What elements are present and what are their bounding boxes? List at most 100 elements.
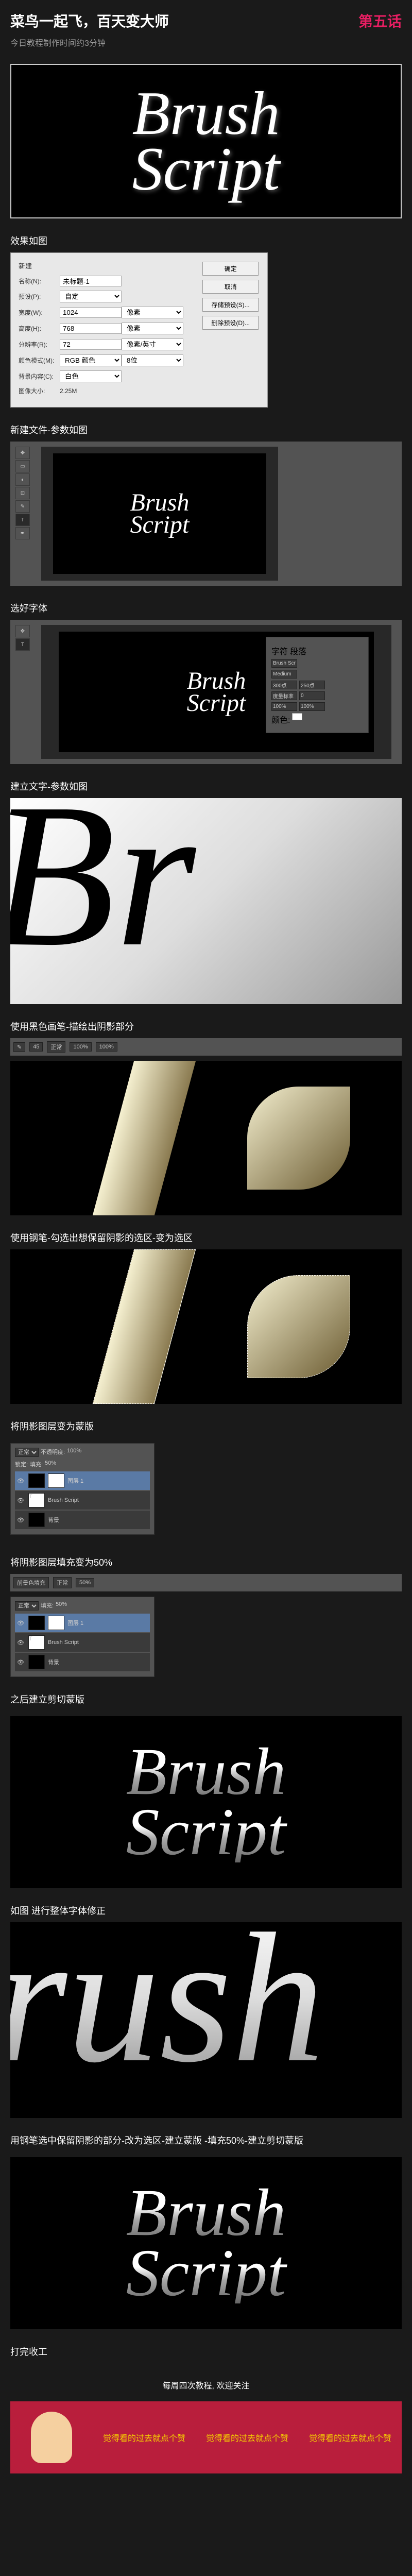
step-label-9: 之后建立剪切蒙版: [10, 1692, 402, 1706]
step-label-4: 建立文字-参数如图: [10, 779, 402, 793]
type-tool-icon[interactable]: T: [15, 638, 30, 651]
preset-select[interactable]: 自定: [60, 291, 122, 302]
cancel-button[interactable]: 取消: [202, 280, 259, 294]
layer-row-text[interactable]: 👁 T Brush Script: [15, 1491, 150, 1510]
layer-name-bg-2: 背景: [48, 1658, 59, 1666]
layer-thumb[interactable]: [28, 1513, 45, 1527]
layer-name-1: 图层 1: [67, 1477, 83, 1485]
layer-row-bg[interactable]: 👁 背景: [15, 1511, 150, 1529]
blend-mode-select-2[interactable]: 正常: [15, 1601, 39, 1611]
mode-select[interactable]: RGB 颜色: [60, 354, 122, 366]
layers-panel-fill: 正常 填充: 50% 👁 图层 1 👁 T Brush Script 👁 背景: [10, 1597, 154, 1677]
step-label-5: 使用黑色画笔-描绘出阴影部分: [10, 1020, 402, 1033]
mask-thumb[interactable]: [48, 1473, 64, 1488]
save-preset-button[interactable]: 存储预设(S)...: [202, 298, 259, 312]
height-input[interactable]: [60, 323, 122, 334]
bg-select[interactable]: 白色: [60, 370, 122, 382]
brush-opacity[interactable]: 100%: [70, 1042, 91, 1052]
canvas-text-3: Brush: [187, 670, 246, 692]
fill-opacity[interactable]: 50%: [76, 1578, 94, 1587]
vscale-input[interactable]: [271, 702, 297, 711]
fill-options-bar: 前景色填充 正常 50%: [10, 1574, 402, 1591]
layer-row-text-2[interactable]: 👁 T Brush Script: [15, 1633, 150, 1652]
brush-icon[interactable]: ✎: [13, 1042, 25, 1052]
visibility-icon[interactable]: 👁: [17, 1620, 25, 1626]
visibility-icon[interactable]: 👁: [17, 1639, 25, 1646]
move-tool-icon[interactable]: ✥: [15, 447, 30, 459]
fill-value-2[interactable]: 50%: [56, 1601, 67, 1611]
delete-preset-button[interactable]: 删除预设(D)...: [202, 316, 259, 330]
footer-msg-1: 觉得看的过去就点个赞: [93, 2431, 196, 2444]
layer-thumb[interactable]: T: [28, 1635, 45, 1650]
visibility-icon[interactable]: 👁: [17, 1659, 25, 1666]
footer-character: [10, 2401, 93, 2473]
canvas-text-2: Script: [130, 514, 190, 536]
res-input[interactable]: [60, 339, 122, 350]
tutorial-title: 菜鸟一起飞，百天变大师: [10, 10, 169, 31]
type-tool-icon[interactable]: T: [15, 514, 30, 526]
lock-label: 锁定:: [15, 1460, 28, 1468]
move-tool-icon[interactable]: ✥: [15, 625, 30, 637]
fill-mode[interactable]: 正常: [53, 1577, 72, 1588]
text-color-swatch[interactable]: [292, 713, 302, 720]
bit-select[interactable]: 8位: [122, 354, 183, 366]
blend-mode[interactable]: 正常: [47, 1041, 65, 1053]
name-input[interactable]: [60, 276, 122, 286]
visibility-icon[interactable]: 👁: [17, 1497, 25, 1504]
font-family-input[interactable]: [271, 659, 297, 668]
leading-input[interactable]: [299, 681, 325, 689]
visibility-icon[interactable]: 👁: [17, 1517, 25, 1523]
final-result-box: Brush Script: [10, 2157, 402, 2329]
closeup-letters: Br: [10, 798, 402, 1004]
canvas-area[interactable]: Brush Script: [41, 447, 278, 581]
fill-type[interactable]: 前景色填充: [13, 1577, 49, 1588]
pen-selection-demo: [10, 1249, 402, 1404]
hero-text-line1: Brush: [22, 86, 390, 141]
brush-flow[interactable]: 100%: [96, 1042, 117, 1052]
kerning-input[interactable]: [271, 691, 297, 700]
character-panel: 字符 段落 颜色:: [266, 637, 369, 733]
height-unit[interactable]: 像素: [122, 323, 183, 334]
brush-size-value[interactable]: 45: [29, 1042, 43, 1052]
layer-thumb[interactable]: [28, 1616, 45, 1630]
tracking-input[interactable]: [299, 691, 325, 700]
lasso-tool-icon[interactable]: ◐: [15, 473, 30, 486]
width-input[interactable]: [60, 307, 122, 318]
pen-tool-icon[interactable]: ✒: [15, 527, 30, 539]
layer-row-shadow[interactable]: 👁 图层 1: [15, 1471, 150, 1490]
mask-thumb[interactable]: [48, 1616, 64, 1630]
clipped-result-box: Brush Script: [10, 1716, 402, 1888]
episode-number: 第五话: [358, 10, 402, 31]
crop-tool-icon[interactable]: ⊡: [15, 487, 30, 499]
para-tab[interactable]: 段落: [290, 645, 306, 657]
step-label-3: 选好字体: [10, 601, 402, 615]
marquee-tool-icon[interactable]: ▭: [15, 460, 30, 472]
final-text-1: Brush: [21, 2183, 391, 2243]
blend-mode-select[interactable]: 正常: [15, 1448, 39, 1457]
visibility-icon[interactable]: 👁: [17, 1478, 25, 1484]
layer-row-clip[interactable]: 👁 图层 1: [15, 1614, 150, 1632]
shadow-paint-demo: [10, 1061, 402, 1215]
fill-value[interactable]: 50%: [45, 1460, 56, 1468]
layer-row-bg-2[interactable]: 👁 背景: [15, 1653, 150, 1671]
res-unit[interactable]: 像素/英寸: [122, 338, 183, 350]
layer-thumb[interactable]: [28, 1473, 45, 1488]
canvas-area-2[interactable]: Brush Script 字符 段落 颜色:: [41, 625, 391, 759]
char-tab[interactable]: 字符: [271, 645, 288, 657]
font-style-input[interactable]: [271, 670, 297, 679]
step-label-8: 将阴影图层填充变为50%: [10, 1555, 402, 1569]
step-label-12: 打完收工: [10, 2345, 402, 2358]
opacity-value[interactable]: 100%: [67, 1448, 81, 1457]
hscale-input[interactable]: [299, 702, 325, 711]
shadow-stroke-2: [247, 1087, 350, 1190]
hero-result-box: Brush Script: [10, 64, 402, 218]
res-label: 分辨率(R):: [19, 340, 60, 349]
font-size-input[interactable]: [271, 681, 297, 689]
layer-name-text-2: Brush Script: [48, 1639, 79, 1646]
brush-tool-icon[interactable]: ✎: [15, 500, 30, 513]
width-unit[interactable]: 像素: [122, 307, 183, 318]
layer-thumb[interactable]: T: [28, 1493, 45, 1507]
layers-panel-mask: 正常 不透明度: 100% 锁定: 填充: 50% 👁 图层 1 👁 T Bru…: [10, 1443, 154, 1535]
ok-button[interactable]: 确定: [202, 262, 259, 276]
layer-thumb[interactable]: [28, 1655, 45, 1669]
